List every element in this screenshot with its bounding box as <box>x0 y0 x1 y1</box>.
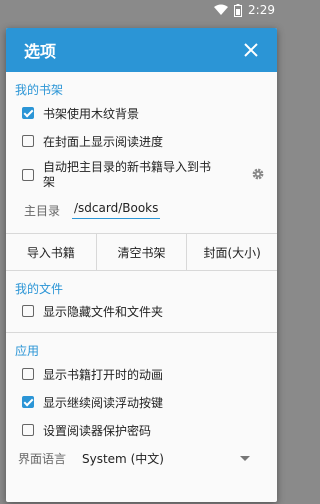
auto-import-checkbox[interactable] <box>22 169 34 181</box>
floating-button-checkbox[interactable] <box>22 396 34 408</box>
language-select[interactable]: System (中文) <box>82 450 258 467</box>
show-hidden-label: 显示隐藏文件和文件夹 <box>43 304 164 319</box>
status-bar: 2:29 <box>0 0 283 20</box>
auto-import-label-line1: 自动把主目录的新书籍导入到书 <box>43 160 212 174</box>
password-option[interactable]: 设置阅读器保护密码 <box>6 416 277 444</box>
clock: 2:29 <box>248 3 275 17</box>
show-progress-label: 在封面上显示阅读进度 <box>43 134 164 149</box>
open-animation-checkbox[interactable] <box>22 368 34 380</box>
password-label: 设置阅读器保护密码 <box>43 423 152 438</box>
section-title-files: 我的文件 <box>15 282 64 296</box>
open-animation-label: 显示书籍打开时的动画 <box>43 367 164 382</box>
auto-import-label-line2: 架 <box>43 175 56 189</box>
language-label: 界面语言 <box>18 451 67 466</box>
show-hidden-checkbox[interactable] <box>22 305 34 317</box>
chevron-down-icon <box>240 455 250 461</box>
cover-size-button[interactable]: 封面(大小) <box>187 234 277 270</box>
dialog-titlebar: 选项 <box>6 28 277 72</box>
wood-texture-checkbox[interactable] <box>22 107 34 119</box>
bookshelf-button-bar: 导入书籍 清空书架 封面(大小) <box>6 233 277 271</box>
import-books-button[interactable]: 导入书籍 <box>6 234 97 270</box>
show-hidden-option[interactable]: 显示隐藏文件和文件夹 <box>6 296 277 326</box>
close-icon <box>244 43 258 57</box>
language-value: System (中文) <box>82 451 164 466</box>
home-dir-input[interactable]: /sdcard/Books <box>72 201 161 219</box>
battery-icon <box>234 3 243 17</box>
show-progress-checkbox[interactable] <box>22 135 34 147</box>
open-animation-option[interactable]: 显示书籍打开时的动画 <box>6 360 277 388</box>
auto-import-label: 自动把主目录的新书籍导入到书 架 <box>43 160 211 190</box>
home-dir-label: 主目录 <box>24 203 61 218</box>
close-button[interactable] <box>241 40 261 60</box>
wood-texture-option[interactable]: 书架使用木纹背景 <box>6 99 277 127</box>
clear-bookshelf-button[interactable]: 清空书架 <box>97 234 188 270</box>
wood-texture-label: 书架使用木纹背景 <box>43 106 140 121</box>
show-progress-option[interactable]: 在封面上显示阅读进度 <box>6 127 277 155</box>
language-row: 界面语言 System (中文) <box>6 444 277 472</box>
section-title-app: 应用 <box>15 344 40 358</box>
floating-button-option[interactable]: 显示继续阅读浮动按键 <box>6 388 277 416</box>
gear-icon <box>252 168 264 179</box>
auto-import-settings-button[interactable] <box>251 167 265 184</box>
password-checkbox[interactable] <box>22 424 34 436</box>
auto-import-option[interactable]: 自动把主目录的新书籍导入到书 架 <box>6 155 277 195</box>
wifi-icon <box>214 4 229 15</box>
options-dialog: 选项 我的书架 书架使用木纹背景 在封面上显示阅读进度 自动把主目录的新书籍导入… <box>6 28 277 502</box>
section-title-bookshelf: 我的书架 <box>15 83 64 97</box>
floating-button-label: 显示继续阅读浮动按键 <box>43 395 164 410</box>
home-dir-row: 主目录 /sdcard/Books <box>6 195 277 225</box>
dialog-title: 选项 <box>24 42 57 61</box>
